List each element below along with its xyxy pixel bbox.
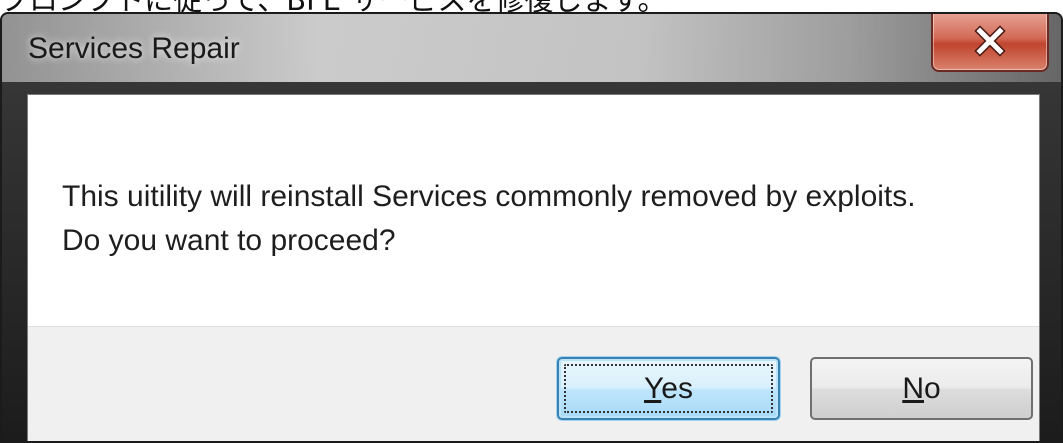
dialog-content: This uitility will reinstall Services co… [27, 94, 1040, 441]
no-button[interactable]: No [810, 357, 1033, 420]
close-button[interactable] [931, 14, 1049, 72]
yes-button[interactable]: Yes [557, 357, 780, 420]
dialog-message: This uitility will reinstall Services co… [62, 175, 1022, 263]
close-icon [974, 25, 1006, 57]
message-line-2: Do you want to proceed? [62, 224, 396, 257]
message-line-1: This uitility will reinstall Services co… [62, 180, 916, 213]
yes-button-label: Yes [644, 371, 693, 405]
no-button-label: No [902, 371, 941, 405]
dialog-window: Services Repair This uitility will reins… [0, 12, 1063, 443]
window-title: Services Repair [28, 32, 240, 65]
button-bar: Yes No [28, 326, 1039, 441]
title-bar[interactable]: Services Repair [2, 14, 1061, 82]
